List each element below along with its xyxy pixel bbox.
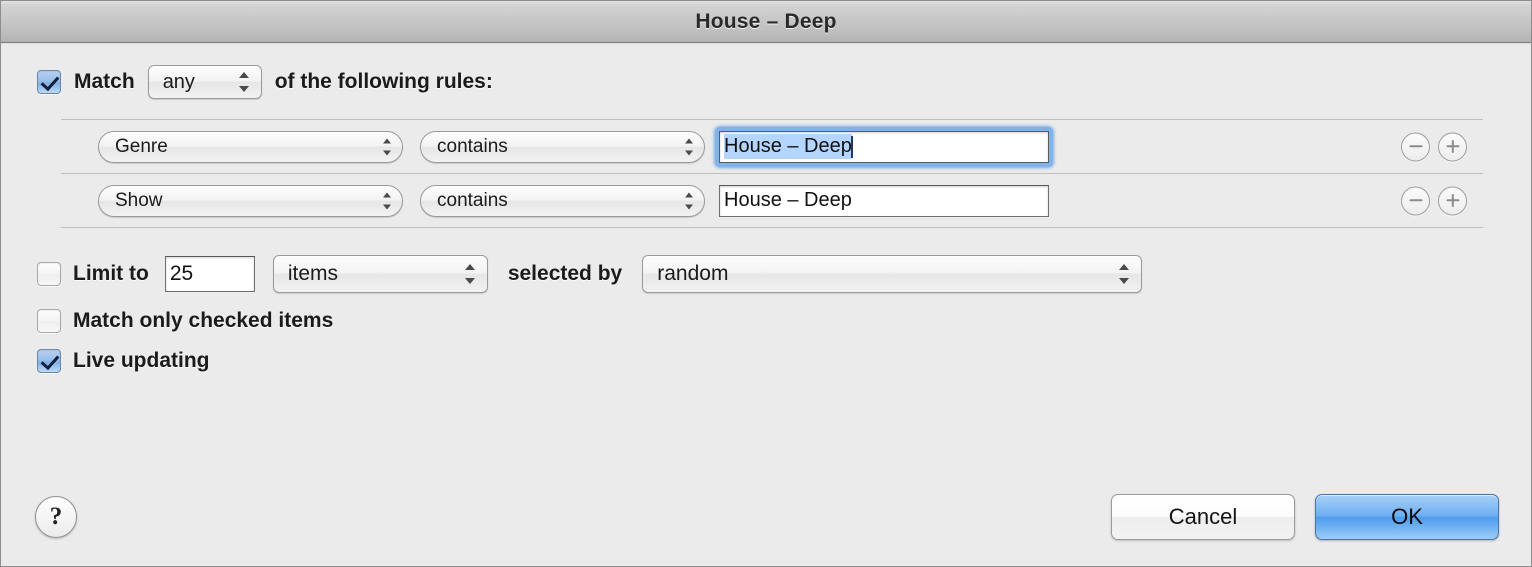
chevron-updown-icon [685,137,694,156]
dialog-footer: ? Cancel OK [1,492,1531,542]
limit-unit-value: items [287,262,339,285]
chevron-updown-icon [1119,263,1130,285]
window-titlebar[interactable]: House – Deep [1,1,1531,45]
rules-list: Genre contains House – Deep Show contain… [61,119,1483,228]
rule-value-text: House – Deep [724,189,852,211]
match-prefix-label: Match [74,70,135,93]
match-operator-value: any [162,70,195,93]
smart-playlist-dialog: House – Deep Match any of the following … [0,0,1532,567]
chevron-updown-icon [685,191,694,210]
limit-amount-input[interactable]: 25 [164,256,255,292]
rule-operator-popup[interactable]: contains [420,184,705,217]
rule-value-text: House – Deep [724,134,852,159]
rule-value-holder: House – Deep [715,126,1053,167]
window-title: House – Deep [695,9,837,33]
rule-value-input[interactable]: House – Deep [719,130,1049,163]
limit-row: Limit to 25 items selected by random [37,255,1531,293]
rule-value-holder: House – Deep [715,181,1053,221]
match-suffix-label: of the following rules: [274,70,493,93]
chevron-updown-icon [464,263,476,285]
selected-by-label: selected by [507,262,623,285]
add-rule-button[interactable] [1438,132,1467,161]
question-mark-icon: ? [49,503,63,530]
chevron-updown-icon [238,71,250,93]
rule-row-buttons [1401,132,1467,161]
match-operator-popup[interactable]: any [147,65,262,99]
limit-to-label: Limit to [73,262,149,285]
dialog-content: Match any of the following rules: Genre … [1,43,1531,566]
limit-order-value: random [657,262,729,285]
rule-value-input[interactable]: House – Deep [719,184,1049,217]
rule-row: Genre contains House – Deep [61,120,1483,174]
ok-button-label: OK [1391,504,1423,529]
match-only-checked-row: Match only checked items [37,309,1531,333]
rule-value-focus-ring: House – Deep [715,126,1053,167]
rule-field-value: Genre [115,135,168,157]
live-updating-checkbox[interactable] [37,349,61,373]
limit-amount-value: 25 [169,262,194,285]
remove-rule-button[interactable] [1401,186,1430,215]
live-updating-label: Live updating [73,349,210,372]
live-updating-row: Live updating [37,349,1531,373]
add-rule-button[interactable] [1438,186,1467,215]
ok-button[interactable]: OK [1315,494,1499,540]
rule-field-popup[interactable]: Show [98,184,403,217]
cancel-button[interactable]: Cancel [1111,494,1295,540]
chevron-updown-icon [383,191,392,210]
rule-value-focus-ring: House – Deep [715,181,1053,221]
rule-field-popup[interactable]: Genre [98,130,403,163]
match-only-checked-label: Match only checked items [73,309,334,332]
match-header-row: Match any of the following rules: [1,43,1531,99]
rule-field-value: Show [115,189,163,211]
help-button[interactable]: ? [35,496,77,538]
limit-order-popup[interactable]: random [642,255,1143,293]
cancel-button-label: Cancel [1168,504,1238,529]
match-rules-checkbox[interactable] [37,70,61,94]
chevron-updown-icon [383,137,392,156]
rule-operator-value: contains [437,189,508,211]
options-section: Limit to 25 items selected by random Mat… [37,255,1531,373]
rule-row: Show contains House – Deep [61,174,1483,228]
match-only-checked-checkbox[interactable] [37,309,61,333]
rule-row-buttons [1401,186,1467,215]
limit-to-checkbox[interactable] [37,262,61,286]
limit-unit-popup[interactable]: items [272,255,488,293]
remove-rule-button[interactable] [1401,132,1430,161]
text-caret [850,135,853,158]
rule-operator-value: contains [437,135,508,157]
rule-operator-popup[interactable]: contains [420,130,705,163]
